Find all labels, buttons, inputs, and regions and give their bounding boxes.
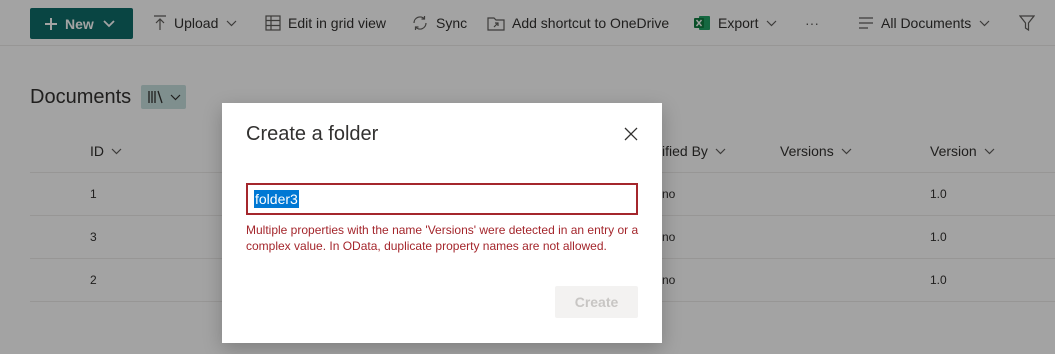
close-icon (624, 127, 638, 141)
folder-name-value: folder3 (254, 190, 299, 208)
error-message: Multiple properties with the name 'Versi… (246, 223, 639, 253)
dialog-title: Create a folder (246, 123, 379, 145)
sharepoint-library-page: New Upload Edit in grid view Sync Add sh… (0, 0, 1055, 354)
close-button[interactable] (622, 125, 640, 143)
create-folder-dialog: Create a folder folder3 Multiple propert… (222, 103, 662, 343)
create-button[interactable]: Create (555, 286, 638, 318)
folder-name-input[interactable]: folder3 (246, 183, 638, 215)
